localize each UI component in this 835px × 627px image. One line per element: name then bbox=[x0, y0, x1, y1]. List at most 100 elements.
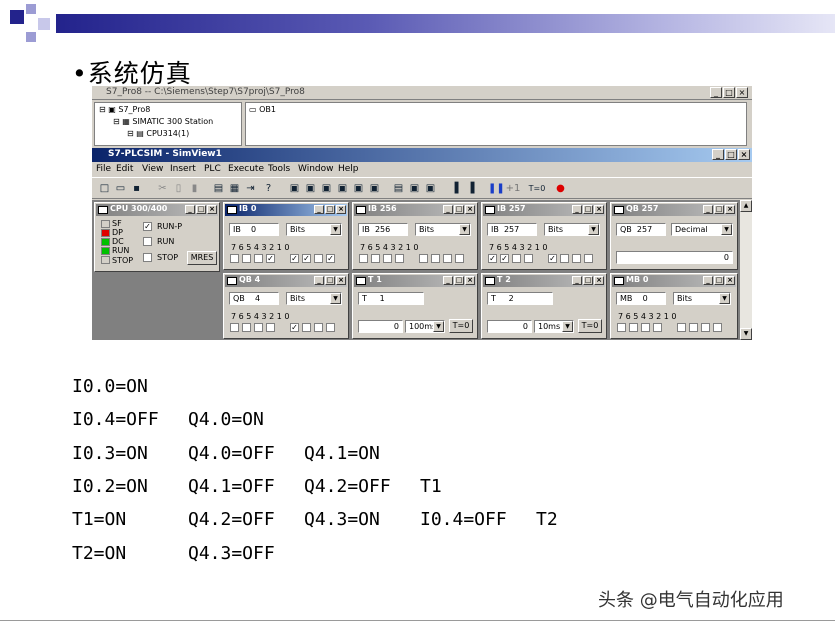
t1-timebase-select[interactable]: 100ms ▼ bbox=[405, 320, 445, 333]
paste-icon[interactable]: ▮ bbox=[188, 182, 201, 195]
t1-value-field[interactable]: 0 bbox=[358, 320, 403, 333]
minimize-button[interactable]: _ bbox=[314, 205, 324, 214]
bit-checkbox[interactable]: ✓ bbox=[488, 254, 497, 263]
cascade-icon[interactable]: ▤ bbox=[212, 182, 225, 195]
bit-checkbox[interactable]: ✓ bbox=[290, 323, 299, 332]
minimize-button[interactable]: _ bbox=[572, 276, 582, 285]
menu-tools[interactable]: Tools bbox=[268, 164, 290, 174]
close-button[interactable]: × bbox=[594, 276, 604, 285]
cut-icon[interactable]: ✂ bbox=[156, 182, 169, 195]
bit-checkbox[interactable] bbox=[230, 323, 239, 332]
bit-checkbox[interactable] bbox=[242, 323, 251, 332]
bit-checkbox[interactable] bbox=[677, 323, 686, 332]
bit-checkbox[interactable] bbox=[383, 254, 392, 263]
insert-generic-icon[interactable]: ▣ bbox=[368, 182, 381, 195]
close-button[interactable]: × bbox=[336, 276, 346, 285]
bit-checkbox[interactable] bbox=[629, 323, 638, 332]
close-button[interactable]: × bbox=[465, 205, 475, 214]
bit-checkbox[interactable] bbox=[689, 323, 698, 332]
close-button[interactable]: × bbox=[207, 205, 217, 214]
bit-checkbox[interactable] bbox=[701, 323, 710, 332]
menu-plc[interactable]: PLC bbox=[204, 164, 221, 174]
bit-checkbox[interactable] bbox=[359, 254, 368, 263]
t2-reset-button[interactable]: T=0 bbox=[578, 319, 602, 333]
arrange-icon[interactable]: ⇥ bbox=[244, 182, 257, 195]
bit-checkbox[interactable] bbox=[254, 323, 263, 332]
bit-checkbox[interactable] bbox=[326, 323, 335, 332]
bit-checkbox[interactable] bbox=[455, 254, 464, 263]
bit-checkbox[interactable] bbox=[371, 254, 380, 263]
minimize-button[interactable]: _ bbox=[443, 205, 453, 214]
minimize-button[interactable]: _ bbox=[703, 205, 713, 214]
reset-timers-button[interactable]: T=0 bbox=[528, 182, 546, 195]
close-button[interactable]: × bbox=[465, 276, 475, 285]
bit-checkbox[interactable] bbox=[395, 254, 404, 263]
pause-icon[interactable]: ❚❚ bbox=[488, 182, 505, 195]
bit-checkbox[interactable] bbox=[314, 323, 323, 332]
insert-output-icon[interactable]: ▣ bbox=[304, 182, 317, 195]
tree-item-project[interactable]: ⊟ ▣ S7_Pro8 bbox=[99, 105, 150, 114]
minimize-button[interactable]: _ bbox=[712, 149, 724, 160]
close-button[interactable]: × bbox=[336, 205, 346, 214]
insert-vertical-icon[interactable]: ▤ bbox=[392, 182, 405, 195]
menu-view[interactable]: View bbox=[142, 164, 163, 174]
minimize-button[interactable]: _ bbox=[710, 87, 722, 98]
minimize-button[interactable]: _ bbox=[572, 205, 582, 214]
bit-checkbox[interactable] bbox=[617, 323, 626, 332]
tree-item-station[interactable]: ⊟ ▦ SIMATIC 300 Station bbox=[113, 117, 213, 126]
ib0-address-field[interactable]: IB 0 bbox=[229, 223, 279, 236]
scroll-down-icon[interactable]: ▼ bbox=[740, 328, 752, 340]
close-button[interactable]: × bbox=[725, 205, 735, 214]
mode-runp-checkbox[interactable]: ✓ bbox=[143, 222, 152, 231]
maximize-button[interactable]: □ bbox=[583, 276, 593, 285]
menu-window[interactable]: Window bbox=[298, 164, 334, 174]
maximize-button[interactable]: □ bbox=[196, 205, 206, 214]
maximize-button[interactable]: □ bbox=[454, 276, 464, 285]
menu-edit[interactable]: Edit bbox=[116, 164, 133, 174]
close-button[interactable]: × bbox=[594, 205, 604, 214]
tile-icon[interactable]: ▦ bbox=[228, 182, 241, 195]
bit-checkbox[interactable]: ✓ bbox=[290, 254, 299, 263]
maximize-button[interactable]: □ bbox=[454, 205, 464, 214]
maximize-button[interactable]: □ bbox=[714, 276, 724, 285]
ib257-format-select[interactable]: Bits ▼ bbox=[544, 223, 600, 236]
vertical-scrollbar[interactable]: ▲ ▼ bbox=[740, 200, 752, 340]
continuous-cycle-icon[interactable]: ▐ bbox=[464, 182, 477, 195]
close-button[interactable]: × bbox=[738, 149, 750, 160]
mode-stop-checkbox[interactable] bbox=[143, 253, 152, 262]
bit-checkbox[interactable] bbox=[560, 254, 569, 263]
new-icon[interactable]: □ bbox=[98, 182, 111, 195]
ib256-address-field[interactable]: IB 256 bbox=[358, 223, 408, 236]
insert-input-icon[interactable]: ▣ bbox=[288, 182, 301, 195]
breakpoint-icon[interactable]: ● bbox=[554, 182, 567, 195]
bit-checkbox[interactable] bbox=[641, 323, 650, 332]
bit-checkbox[interactable] bbox=[431, 254, 440, 263]
qb4-address-field[interactable]: QB 4 bbox=[229, 292, 279, 305]
maximize-button[interactable]: □ bbox=[714, 205, 724, 214]
next-scan-button[interactable]: +1 bbox=[504, 182, 522, 195]
t1-reset-button[interactable]: T=0 bbox=[449, 319, 473, 333]
mres-button[interactable]: MRES bbox=[187, 251, 217, 265]
bit-checkbox[interactable] bbox=[584, 254, 593, 263]
bit-checkbox[interactable]: ✓ bbox=[548, 254, 557, 263]
minimize-button[interactable]: _ bbox=[314, 276, 324, 285]
ib256-format-select[interactable]: Bits ▼ bbox=[415, 223, 471, 236]
save-icon[interactable]: ▪ bbox=[130, 182, 143, 195]
copy-icon[interactable]: ▯ bbox=[172, 182, 185, 195]
mode-run-checkbox[interactable] bbox=[143, 237, 152, 246]
bit-checkbox[interactable] bbox=[524, 254, 533, 263]
help-icon[interactable]: ? bbox=[262, 182, 275, 195]
maximize-button[interactable]: □ bbox=[723, 87, 735, 98]
qb4-format-select[interactable]: Bits ▼ bbox=[286, 292, 342, 305]
menu-file[interactable]: File bbox=[96, 164, 111, 174]
bit-checkbox[interactable]: ✓ bbox=[302, 254, 311, 263]
bit-checkbox[interactable] bbox=[512, 254, 521, 263]
open-icon[interactable]: ▭ bbox=[114, 182, 127, 195]
bit-checkbox[interactable] bbox=[572, 254, 581, 263]
t1-address-field[interactable]: T 1 bbox=[358, 292, 424, 305]
mb0-format-select[interactable]: Bits ▼ bbox=[673, 292, 731, 305]
minimize-button[interactable]: _ bbox=[703, 276, 713, 285]
bit-checkbox[interactable] bbox=[443, 254, 452, 263]
maximize-button[interactable]: □ bbox=[583, 205, 593, 214]
bit-checkbox[interactable] bbox=[419, 254, 428, 263]
